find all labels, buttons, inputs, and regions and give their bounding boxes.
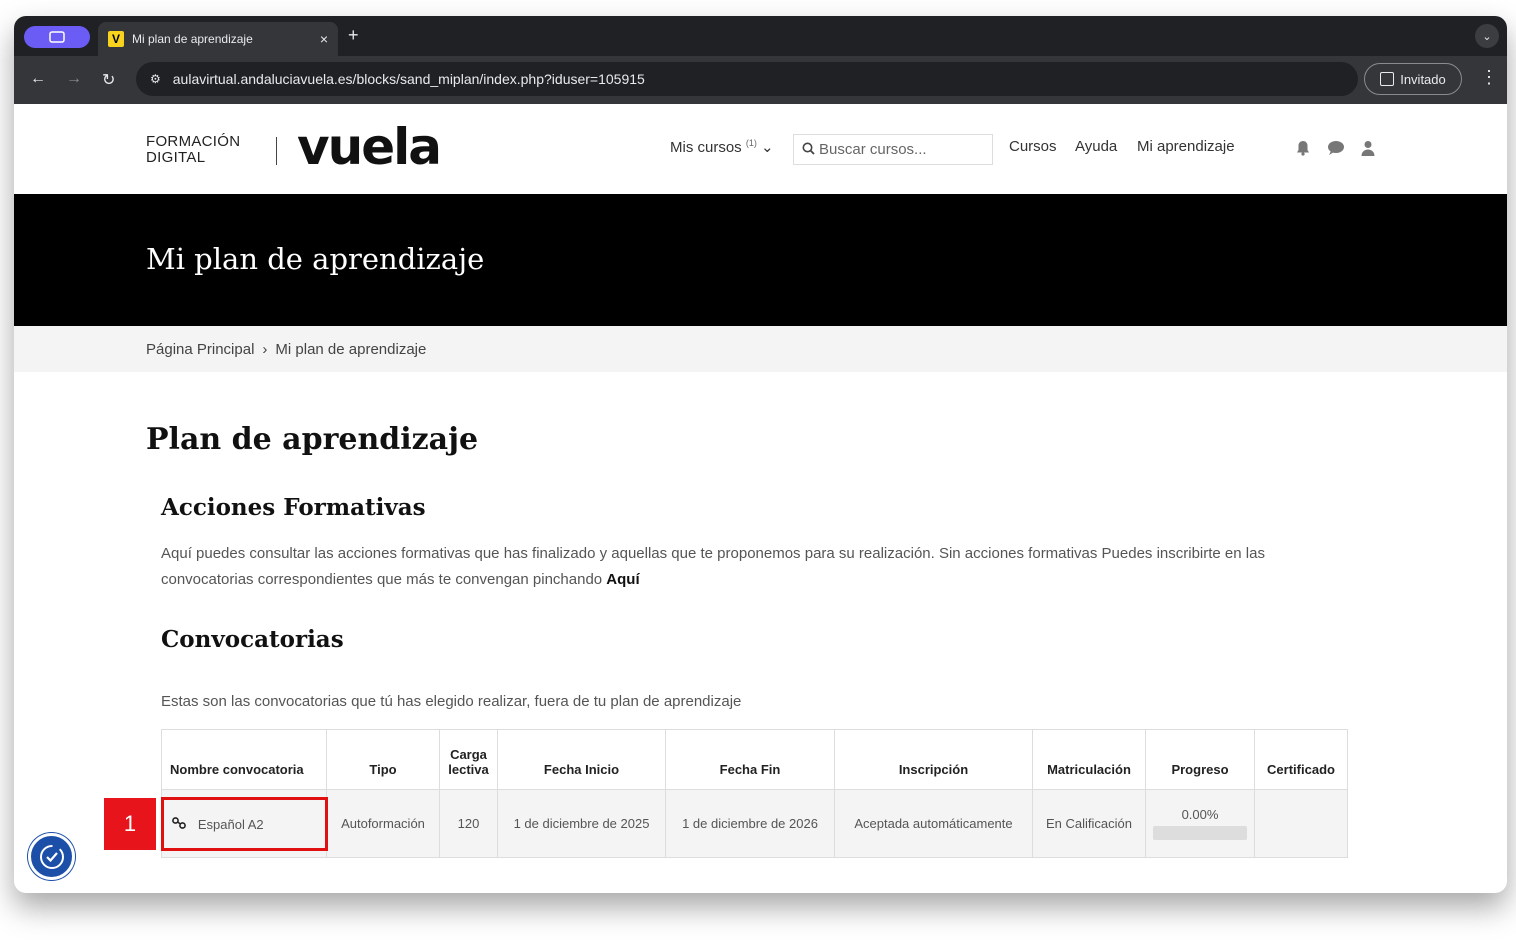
header-carga: Carga lectiva	[439, 729, 498, 790]
bell-icon[interactable]	[1295, 140, 1311, 161]
user-icon[interactable]	[1361, 140, 1375, 161]
nav-mi-aprendizaje-link[interactable]: Mi aprendizaje	[1137, 138, 1235, 155]
browser-menu-icon[interactable]: ⋮	[1480, 68, 1498, 86]
mis-cursos-label: Mis cursos	[670, 139, 742, 156]
header-carga-line1: Carga	[450, 747, 487, 762]
chat-icon[interactable]	[1327, 140, 1345, 161]
convocatorias-table: Nombre convocatoria Tipo Carga lectiva F…	[161, 729, 1348, 858]
highlight-annotation-box	[161, 797, 328, 851]
progress-bar	[1153, 826, 1247, 840]
nav-ayuda-link[interactable]: Ayuda	[1075, 138, 1117, 155]
tab-strip: V Mi plan de aprendizaje × + ⌄	[14, 16, 1507, 56]
chevron-down-icon: ⌄	[761, 139, 774, 156]
accessibility-icon	[39, 844, 64, 869]
convocatorias-title: Convocatorias	[161, 626, 344, 653]
table-row: Español A2 Autoformación 120 1 de diciem…	[161, 789, 1348, 858]
close-tab-icon[interactable]: ×	[320, 31, 328, 47]
header-certificado: Certificado	[1254, 729, 1348, 790]
back-button[interactable]: ←	[30, 70, 46, 88]
header-tipo: Tipo	[326, 729, 440, 790]
table-header-row: Nombre convocatoria Tipo Carga lectiva F…	[161, 729, 1348, 790]
browser-toolbar: ← → ↻ ⚙ aulavirtual.andaluciavuela.es/bl…	[14, 56, 1507, 104]
tab-group-button[interactable]	[24, 26, 90, 48]
acciones-formativas-title: Acciones Formativas	[161, 494, 426, 521]
aqui-link[interactable]: Aquí	[606, 571, 639, 588]
new-tab-button[interactable]: +	[348, 25, 359, 46]
browser-window: V Mi plan de aprendizaje × + ⌄ ← → ↻ ⚙ a…	[14, 16, 1507, 893]
breadcrumb-separator: ›	[262, 340, 268, 358]
logo-line-2: DIGITAL	[146, 149, 206, 166]
progress-wrap: 0.00%	[1152, 807, 1248, 840]
page-title: Plan de aprendizaje	[146, 422, 479, 457]
vuela-logo[interactable]: vuela	[297, 118, 442, 176]
step-number-badge: 1	[104, 798, 156, 850]
forward-button[interactable]: →	[66, 70, 82, 88]
address-bar[interactable]: ⚙ aulavirtual.andaluciavuela.es/blocks/s…	[136, 62, 1358, 96]
window-icon	[49, 31, 65, 43]
progress-label: 0.00%	[1181, 807, 1219, 822]
breadcrumb-home-link[interactable]: Página Principal	[146, 341, 254, 358]
cell-fecha-fin: 1 de diciembre de 2026	[665, 789, 835, 858]
profile-icon	[1380, 72, 1395, 86]
acciones-formativas-text: Aquí puedes consultar las acciones forma…	[161, 541, 1331, 593]
banner-title: Mi plan de aprendizaje	[146, 242, 485, 276]
search-box[interactable]	[793, 134, 993, 165]
site-info-icon[interactable]: ⚙	[150, 72, 161, 86]
url-text[interactable]: aulavirtual.andaluciavuela.es/blocks/san…	[173, 71, 645, 87]
cell-matriculacion: En Calificación	[1032, 789, 1146, 858]
search-icon	[802, 142, 815, 158]
nav-cursos-link[interactable]: Cursos	[1009, 138, 1057, 155]
tab-title: Mi plan de aprendizaje	[132, 32, 253, 46]
breadcrumb-current[interactable]: Mi plan de aprendizaje	[275, 341, 426, 358]
mis-cursos-count: (1)	[745, 138, 757, 148]
cell-tipo: Autoformación	[326, 789, 440, 858]
formacion-digital-logo[interactable]: FORMACIÓN DIGITAL	[146, 134, 240, 166]
header-matriculacion: Matriculación	[1032, 729, 1146, 790]
search-input[interactable]	[819, 141, 979, 158]
guest-label: Invitado	[1400, 71, 1446, 87]
reload-button[interactable]: ↻	[102, 70, 115, 90]
cell-fecha-inicio: 1 de diciembre de 2025	[497, 789, 666, 858]
convocatorias-text: Estas son las convocatorias que tú has e…	[161, 693, 742, 710]
header-fecha-fin: Fecha Fin	[665, 729, 835, 790]
header-nombre: Nombre convocatoria	[161, 729, 327, 790]
mis-cursos-menu[interactable]: Mis cursos (1) ⌄	[670, 138, 774, 156]
breadcrumb: Página Principal › Mi plan de aprendizaj…	[14, 326, 1507, 372]
cell-carga: 120	[439, 789, 498, 858]
logo-divider	[276, 137, 277, 165]
tab-search-menu-button[interactable]: ⌄	[1475, 24, 1499, 48]
tab-mi-plan[interactable]: V Mi plan de aprendizaje ×	[98, 22, 338, 56]
header-inscripcion: Inscripción	[834, 729, 1033, 790]
guest-profile-button[interactable]: Invitado	[1364, 63, 1462, 95]
logo-line-1: FORMACIÓN	[146, 133, 241, 150]
header-fecha-inicio: Fecha Inicio	[497, 729, 666, 790]
acciones-description: Aquí puedes consultar las acciones forma…	[161, 545, 1265, 588]
accessibility-button[interactable]	[28, 833, 75, 880]
page-banner: Mi plan de aprendizaje	[14, 194, 1507, 326]
cell-inscripcion: Aceptada automáticamente	[834, 789, 1033, 858]
header-carga-line2: lectiva	[448, 762, 489, 777]
header-progreso: Progreso	[1145, 729, 1255, 790]
cell-progreso: 0.00%	[1145, 789, 1255, 858]
site-header: FORMACIÓN DIGITAL vuela Mis cursos (1) ⌄…	[14, 104, 1507, 194]
cell-certificado	[1254, 789, 1348, 858]
vuela-favicon-icon: V	[108, 31, 124, 47]
